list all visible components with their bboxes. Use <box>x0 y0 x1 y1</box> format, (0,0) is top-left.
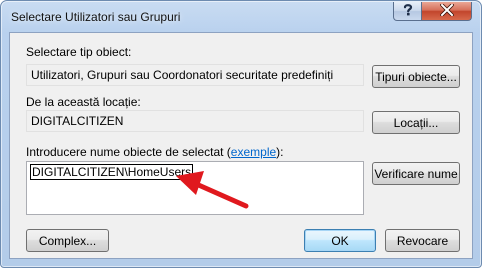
examples-link[interactable]: exemple <box>231 145 276 159</box>
object-type-label: Selectare tip obiect: <box>26 45 132 59</box>
ok-button[interactable]: OK <box>304 229 376 252</box>
red-arrow-icon <box>176 171 249 209</box>
object-names-label-end: ): <box>276 145 284 159</box>
dialog-window: Selectare Utilizatori sau Grupuri Select… <box>0 0 482 268</box>
cancel-button[interactable]: Revocare <box>385 229 460 252</box>
location-label: De la această locație: <box>26 95 141 109</box>
window-title: Selectare Utilizatori sau Grupuri <box>11 10 181 24</box>
locations-button[interactable]: Locații... <box>372 111 460 134</box>
close-button[interactable] <box>422 1 472 21</box>
title-bar[interactable]: Selectare Utilizatori sau Grupuri <box>1 1 481 31</box>
close-x-icon <box>438 1 455 19</box>
help-button[interactable] <box>393 2 422 21</box>
advanced-button[interactable]: Complex... <box>26 229 109 252</box>
object-names-value: DIGITALCITIZEN\HomeUsers <box>30 164 194 180</box>
object-names-label-start: Introducere nume obiecte de selectat ( <box>26 145 231 159</box>
object-names-label: Introducere nume obiecte de selectat (ex… <box>26 145 284 159</box>
question-mark-icon <box>402 3 414 19</box>
object-type-field: Utilizatori, Grupuri sau Coordonatori se… <box>26 64 364 86</box>
dialog-body: Selectare tip obiect: Utilizatori, Grupu… <box>9 32 473 259</box>
check-names-button[interactable]: Verificare nume <box>372 162 460 185</box>
object-types-button[interactable]: Tipuri obiecte... <box>372 65 460 88</box>
location-field: DIGITALCITIZEN <box>26 110 364 132</box>
